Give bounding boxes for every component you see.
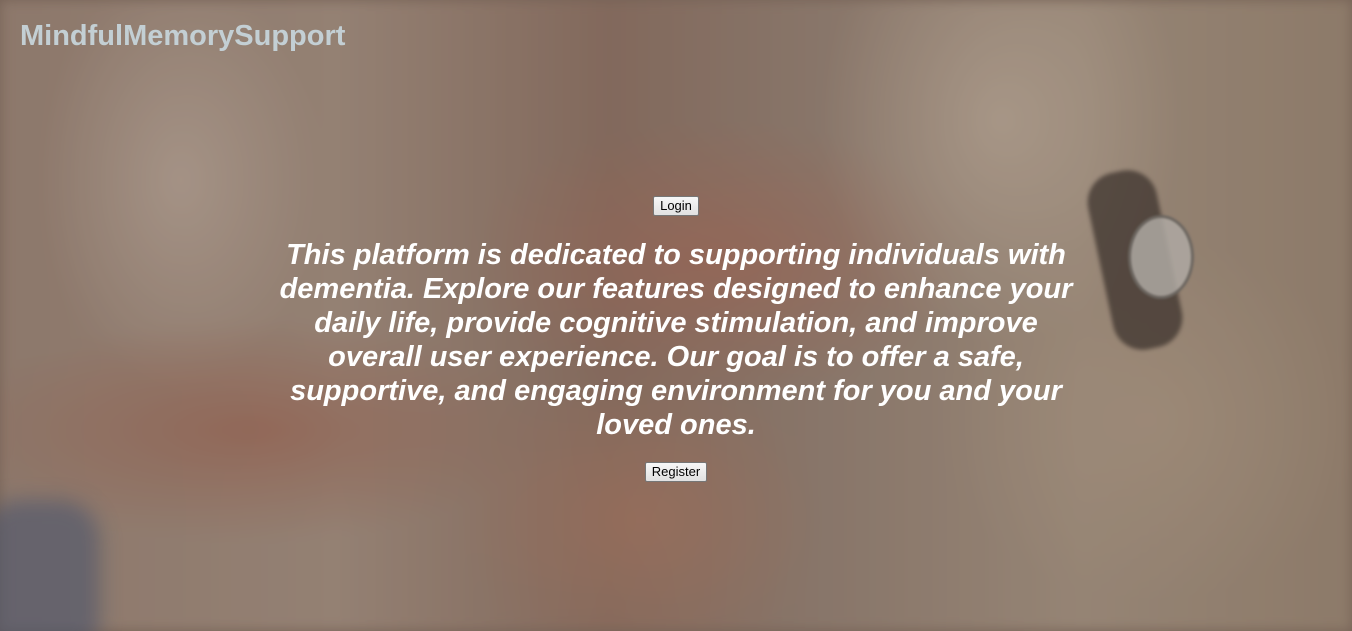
hero-message: This platform is dedicated to supporting… [279,239,1073,441]
hero-section: Login This platform is dedicated to supp… [0,196,1352,482]
login-button[interactable]: Login [653,196,699,216]
site-logo-text[interactable]: MindfulMemorySupport [20,20,345,53]
landing-page: MindfulMemorySupport Login This platform… [0,0,1352,631]
register-button[interactable]: Register [644,462,708,482]
